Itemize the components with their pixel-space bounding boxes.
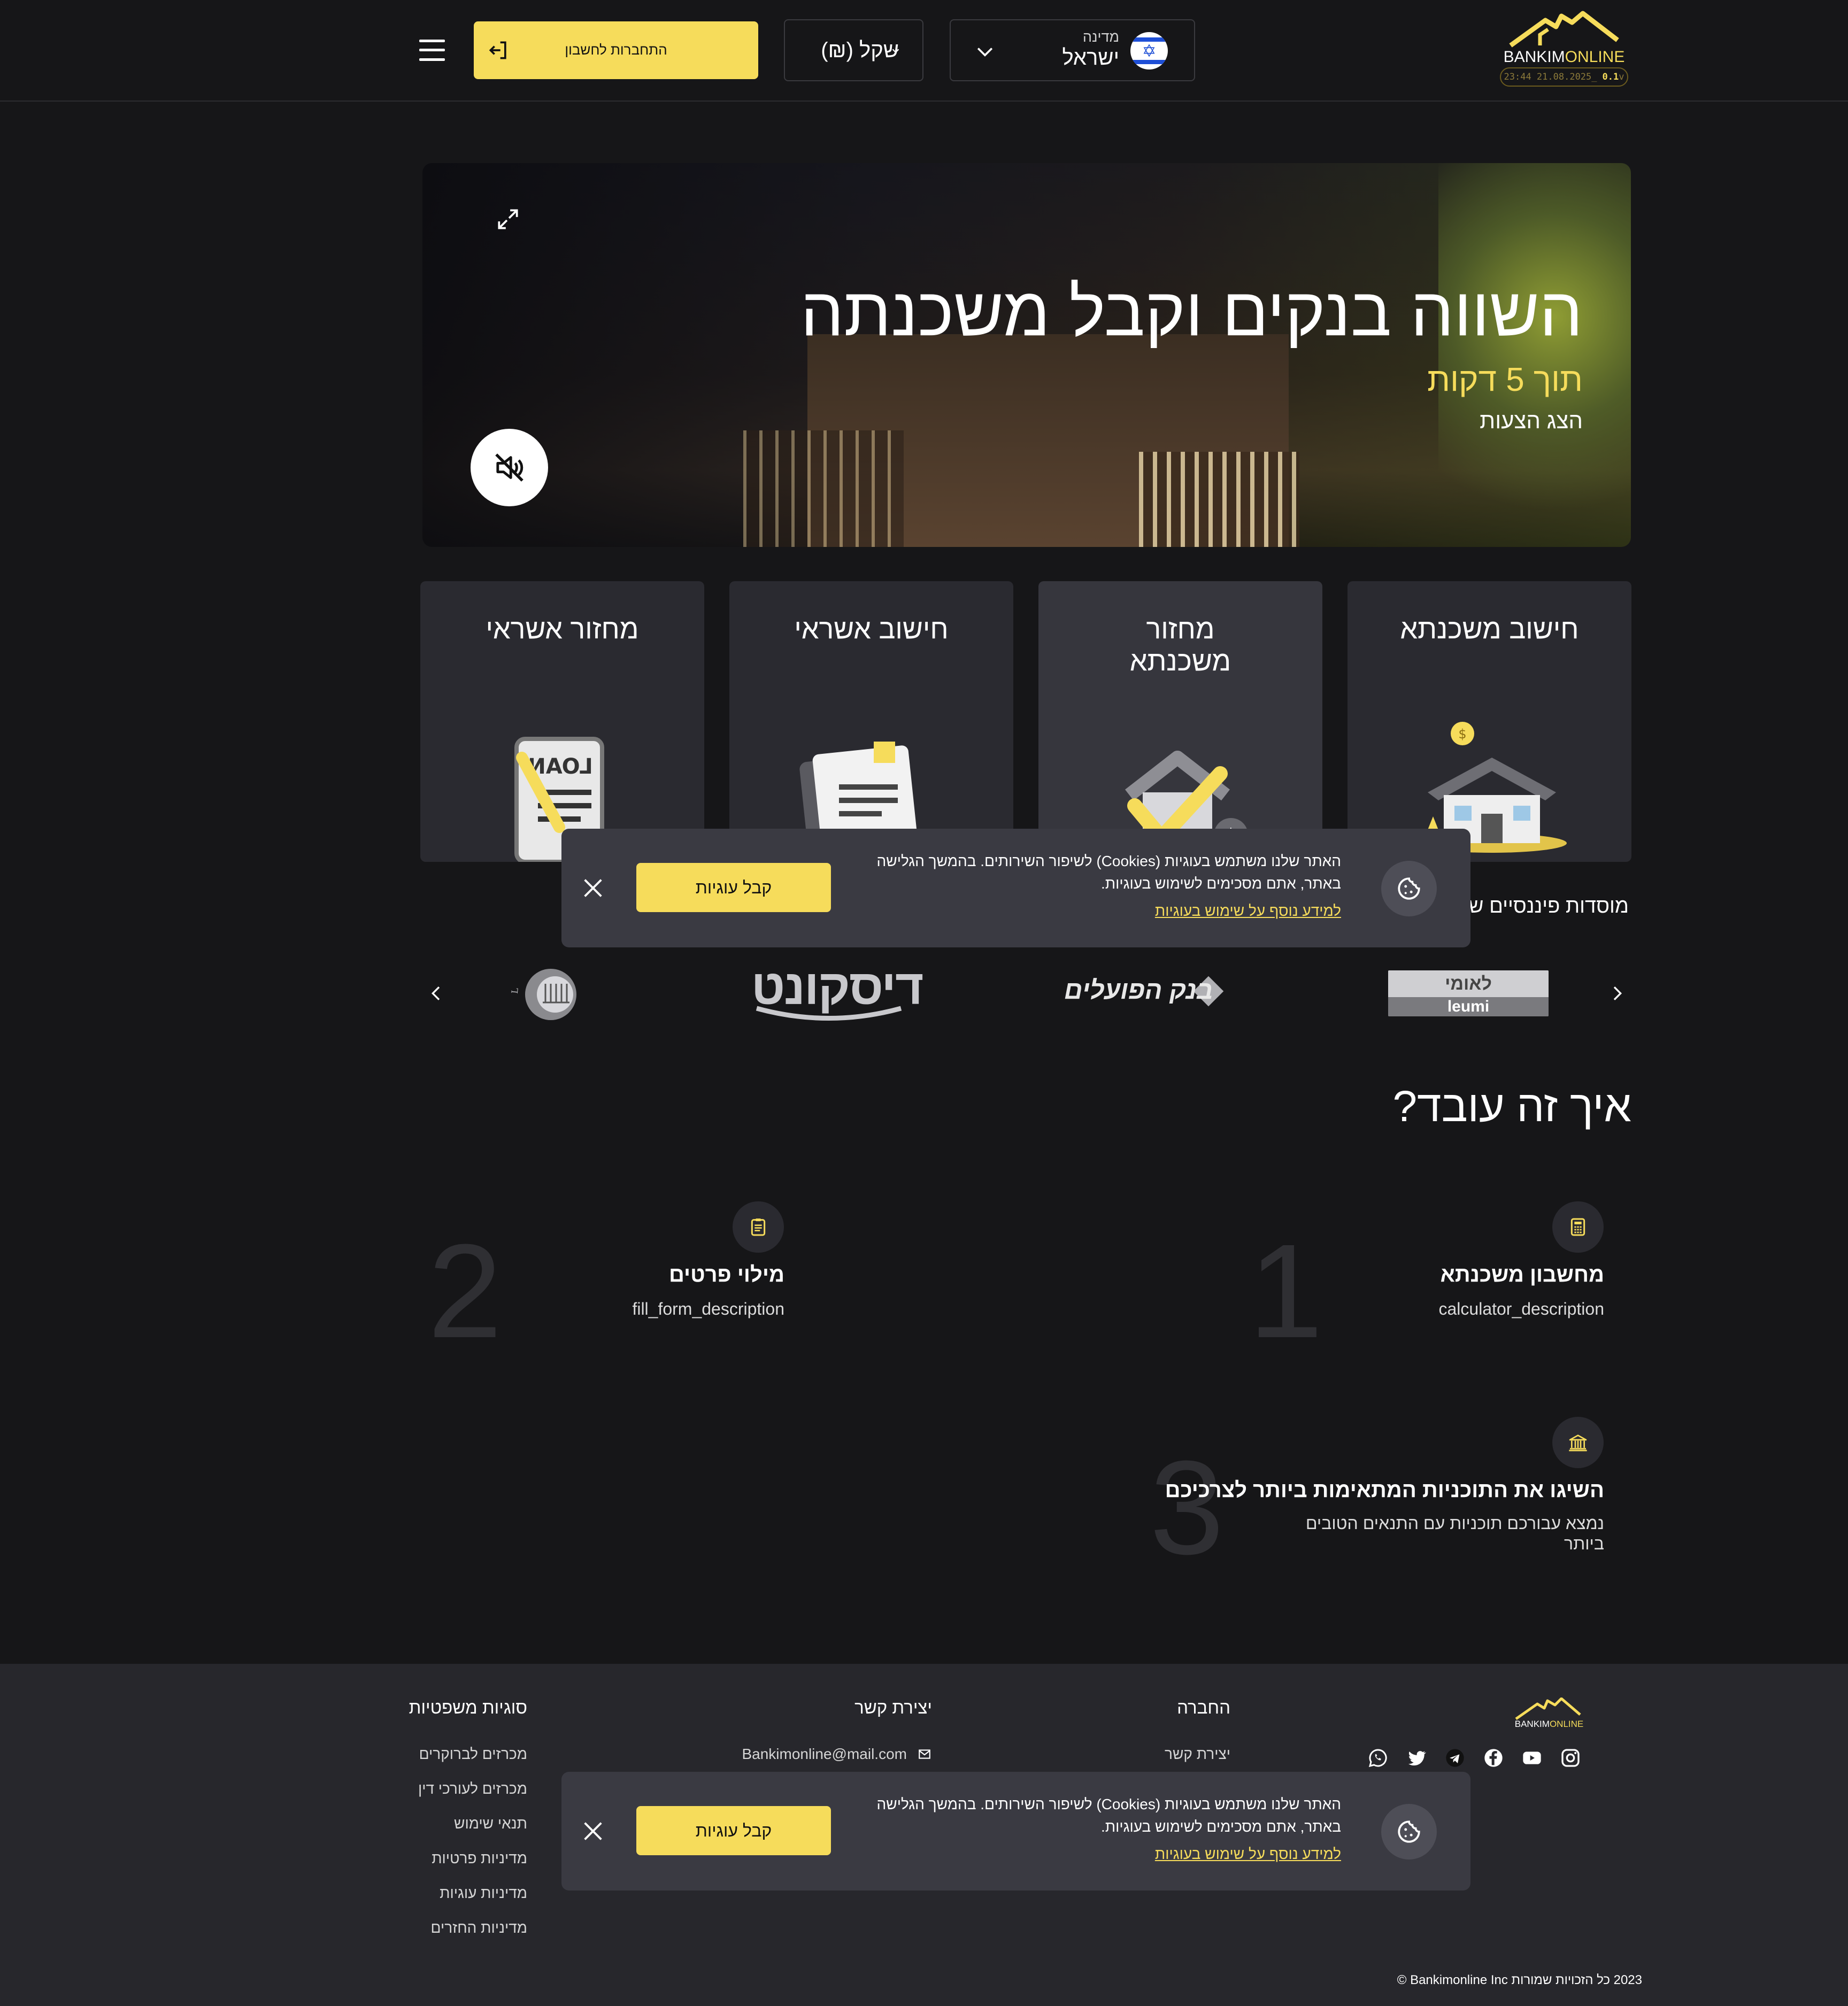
currency-select[interactable]: שקל (₪)	[784, 19, 923, 81]
cookie-banner: האתר שלנו משתמש בעוגיות (Cookies) לשיפור…	[561, 829, 1470, 947]
speaker-muted-icon	[495, 453, 523, 482]
step-description: fill_form_description	[632, 1299, 784, 1318]
currency-value: שקל (₪)	[821, 38, 899, 62]
footer-link-lawyer-tenders[interactable]: מכרזים לעורכי דין	[418, 1780, 527, 1797]
step-title: מחשבון משכנתא	[1440, 1263, 1604, 1286]
country-select[interactable]: ✡ מדינה ישראל	[950, 19, 1195, 81]
partner-logo-leumi[interactable]: לאומי leumi	[1388, 970, 1549, 1016]
bank-icon	[1552, 1417, 1604, 1468]
chevron-right-icon[interactable]	[1606, 983, 1628, 1004]
cookie-banner: האתר שלנו משתמש בעוגיות (Cookies) לשיפור…	[561, 1772, 1470, 1891]
footer-link-terms[interactable]: תנאי שימוש	[454, 1815, 527, 1832]
copyright-text: 2023 כל הזכויות שמורות Bankimonline Inc …	[1397, 1973, 1642, 1987]
hamburger-menu-icon[interactable]	[419, 40, 445, 61]
how-it-works-title: איך זה עובד?	[1392, 1082, 1631, 1131]
footer-company-title: החברה	[1177, 1698, 1230, 1717]
hero-banner: השווה בנקים וקבל משכנתה תוך 5 דקות הצג ה…	[422, 163, 1631, 547]
footer-logo-wordmark: BANKIMONLINE	[1514, 1719, 1584, 1729]
build-version: 0.1	[1602, 72, 1619, 82]
login-icon	[489, 41, 506, 59]
build-info-badge: 23:44 21.08.2025_ 0.1v	[1500, 67, 1628, 87]
product-card-title: מחזור אשראי	[486, 614, 639, 645]
telegram-icon[interactable]	[1444, 1747, 1466, 1769]
facebook-icon[interactable]	[1483, 1747, 1504, 1769]
footer-link-cookies[interactable]: מדיניות עוגיות	[440, 1885, 527, 1902]
youtube-icon[interactable]	[1521, 1747, 1543, 1769]
twitter-icon[interactable]	[1406, 1747, 1427, 1769]
cookie-icon	[1381, 1804, 1437, 1860]
cookie-icon	[1381, 861, 1437, 916]
partner-logo-hapoalim[interactable]: בנק הפועלים	[1064, 976, 1213, 1005]
product-card-title: חישוב משכנתא	[1400, 614, 1579, 645]
mail-icon	[919, 1749, 930, 1759]
product-card-title: חישוב אשראי	[794, 614, 949, 645]
country-label: מדינה	[1082, 29, 1119, 45]
close-icon[interactable]	[581, 876, 605, 900]
step-number: 2	[428, 1216, 503, 1365]
footer-contact-email[interactable]: Bankimonline@mail.com	[742, 1746, 907, 1763]
cookie-info-link[interactable]: למידע נוסף על שימוש בעוגיות	[1155, 1846, 1341, 1863]
clipboard-icon	[733, 1201, 784, 1253]
partner-logo-bank-of-israel[interactable]: BANK OF ISRAEL	[508, 952, 594, 1037]
product-card-mortgage-refinance[interactable]: מחזור משכנתא $	[1038, 581, 1322, 862]
chevron-left-icon[interactable]	[426, 983, 447, 1004]
step-title: מילוי פרטים	[669, 1263, 784, 1286]
mute-button[interactable]	[471, 429, 548, 506]
step-number: 1	[1249, 1216, 1323, 1365]
product-card-title: מחזור משכנתא	[1129, 614, 1231, 677]
login-button[interactable]: התחברות לחשבון	[474, 21, 758, 79]
israel-flag-icon: ✡	[1130, 32, 1168, 70]
accept-cookies-button[interactable]: קבל עוגיות	[636, 1806, 831, 1855]
svg-text:$: $	[1458, 727, 1466, 742]
cookie-info-link[interactable]: למידע נוסף על שימוש בעוגיות	[1155, 902, 1341, 920]
product-card-credit-calc[interactable]: חישוב אשראי	[729, 581, 1013, 862]
site-header: BANKIMONLINE 23:44 21.08.2025_ 0.1v ✡ מד…	[0, 0, 1848, 102]
cookie-banner-text: האתר שלנו משתמש בעוגיות (Cookies) לשיפור…	[876, 1796, 1341, 1835]
footer-legal-title: סוגיות משפטיות	[409, 1698, 527, 1717]
footer-link-contact[interactable]: יצירת קשר	[1165, 1746, 1230, 1763]
product-card-mortgage-calc[interactable]: חישוב משכנתא $	[1348, 581, 1631, 862]
brand-logo[interactable]: BANKIMONLINE 23:44 21.08.2025_ 0.1v	[1497, 11, 1631, 88]
logo-roof-icon	[1509, 11, 1619, 48]
step-description: נמצא עבורכם תוכניות עם התנאים הטובים ביו…	[1305, 1514, 1604, 1553]
step-number: 3	[1150, 1433, 1225, 1582]
hero-gate-image	[1139, 452, 1299, 547]
chevron-down-icon	[892, 49, 899, 53]
hero-foliage-image	[1438, 163, 1631, 547]
instagram-icon[interactable]	[1560, 1747, 1581, 1769]
country-value: ישראל	[1062, 46, 1119, 70]
whatsapp-icon[interactable]	[1367, 1747, 1389, 1769]
logo-wordmark: BANKIMONLINE	[1503, 48, 1625, 66]
hero-title: השווה בנקים וקבל משכנתה	[800, 274, 1583, 350]
cookie-banner-text: האתר שלנו משתמש בעוגיות (Cookies) לשיפור…	[876, 853, 1341, 892]
hero-show-offers-link[interactable]: הצג הצעות	[1480, 408, 1583, 434]
partners-title: מוסדות פיננסיים ש	[1468, 895, 1629, 917]
step-title: השיגו את התוכניות המתאימות ביותר לצרכיכם	[1165, 1478, 1604, 1502]
footer-contact-title: יצירת קשר	[854, 1698, 932, 1717]
footer-link-broker-tenders[interactable]: מכרזים לברוקרים	[419, 1746, 527, 1763]
build-timestamp: 23:44 21.08.2025_	[1504, 72, 1597, 82]
chevron-down-icon	[977, 48, 993, 57]
hero-window-image	[743, 430, 904, 547]
expand-icon[interactable]	[495, 206, 521, 233]
calculator-icon	[1552, 1201, 1604, 1253]
svg-text:BANK OF ISRAEL: BANK OF ISRAEL	[508, 952, 520, 994]
hero-subtitle: תוך 5 דקות	[1427, 361, 1583, 398]
discount-swoosh-icon	[756, 1006, 902, 1021]
accept-cookies-button[interactable]: קבל עוגיות	[636, 863, 831, 912]
footer-link-privacy[interactable]: מדיניות פרטיות	[432, 1850, 527, 1867]
close-icon[interactable]	[581, 1819, 605, 1843]
step-description: calculator_description	[1438, 1299, 1605, 1318]
login-button-label: התחברות לחשבון	[565, 42, 667, 58]
product-card-credit-refinance[interactable]: מחזור אשראי LOAN	[420, 581, 704, 862]
footer-link-refunds[interactable]: מדיניות החזרים	[431, 1919, 527, 1936]
